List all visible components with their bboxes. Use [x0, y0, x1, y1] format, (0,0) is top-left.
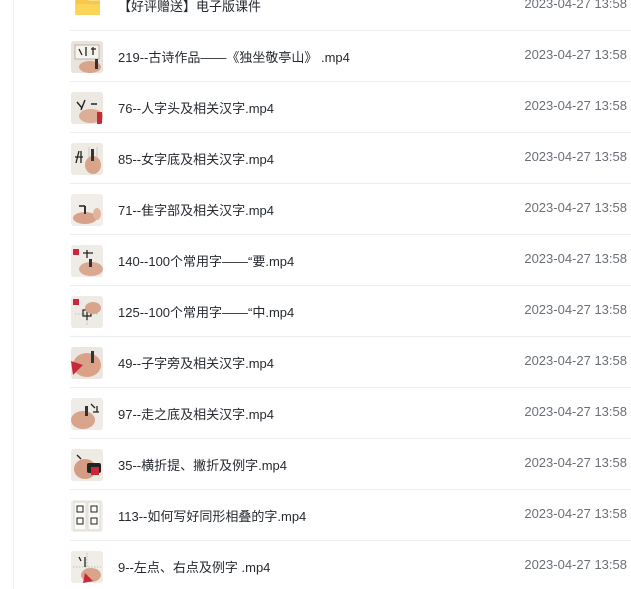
file-row[interactable]: 125--100个常用字——“中.mp4 2023-04-27 13:58 — [0, 286, 631, 337]
video-thumbnail-icon — [71, 41, 103, 73]
file-name[interactable]: 35--横折提、撇折及例字.mp4 — [118, 455, 287, 474]
file-date: 2023-04-27 13:58 — [524, 200, 627, 215]
video-thumbnail-icon — [71, 296, 103, 328]
file-row[interactable]: 49--子字旁及相关汉字.mp4 2023-04-27 13:58 — [0, 337, 631, 388]
file-name[interactable]: 【好评赠送】电子版课件 — [118, 0, 261, 15]
file-date: 2023-04-27 13:58 — [524, 353, 627, 368]
file-date: 2023-04-27 13:58 — [524, 302, 627, 317]
file-date: 2023-04-27 13:58 — [524, 149, 627, 164]
file-name[interactable]: 85--女字底及相关汉字.mp4 — [118, 149, 274, 168]
file-name[interactable]: 71--隹字部及相关汉字.mp4 — [118, 200, 274, 219]
file-date: 2023-04-27 13:58 — [524, 251, 627, 266]
file-date: 2023-04-27 13:58 — [524, 98, 627, 113]
file-name[interactable]: 9--左点、右点及例字 .mp4 — [118, 557, 270, 576]
file-date: 2023-04-27 13:58 — [524, 557, 627, 572]
file-date: 2023-04-27 13:58 — [524, 47, 627, 62]
file-row[interactable]: 76--人字头及相关汉字.mp4 2023-04-27 13:58 — [0, 82, 631, 133]
file-name[interactable]: 125--100个常用字——“中.mp4 — [118, 302, 294, 321]
video-thumbnail-icon — [71, 245, 103, 277]
file-row[interactable]: 97--走之底及相关汉字.mp4 2023-04-27 13:58 — [0, 388, 631, 439]
video-thumbnail-icon — [71, 143, 103, 175]
file-row[interactable]: 140--100个常用字——“要.mp4 2023-04-27 13:58 — [0, 235, 631, 286]
file-name[interactable]: 113--如何写好同形相叠的字.mp4 — [118, 506, 306, 525]
file-name[interactable]: 219--古诗作品——《独坐敬亭山》 .mp4 — [118, 47, 350, 66]
file-row[interactable]: 113--如何写好同形相叠的字.mp4 2023-04-27 13:58 — [0, 490, 631, 541]
file-date: 2023-04-27 13:58 — [524, 455, 627, 470]
video-thumbnail-icon — [71, 551, 103, 583]
file-row[interactable]: 35--横折提、撇折及例字.mp4 2023-04-27 13:58 — [0, 439, 631, 490]
file-row[interactable]: 【好评赠送】电子版课件 2023-04-27 13:58 — [0, 0, 631, 31]
file-name[interactable]: 97--走之底及相关汉字.mp4 — [118, 404, 274, 423]
file-name[interactable]: 140--100个常用字——“要.mp4 — [118, 251, 294, 270]
file-row[interactable]: 85--女字底及相关汉字.mp4 2023-04-27 13:58 — [0, 133, 631, 184]
video-thumbnail-icon — [71, 398, 103, 430]
video-thumbnail-icon — [71, 92, 103, 124]
video-thumbnail-icon — [71, 500, 103, 532]
video-thumbnail-icon — [71, 347, 103, 379]
file-row[interactable]: 219--古诗作品——《独坐敬亭山》 .mp4 2023-04-27 13:58 — [0, 31, 631, 82]
file-name[interactable]: 49--子字旁及相关汉字.mp4 — [118, 353, 274, 372]
file-row[interactable]: 71--隹字部及相关汉字.mp4 2023-04-27 13:58 — [0, 184, 631, 235]
file-date: 2023-04-27 13:58 — [524, 0, 627, 11]
file-date: 2023-04-27 13:58 — [524, 404, 627, 419]
file-date: 2023-04-27 13:58 — [524, 506, 627, 521]
video-thumbnail-icon — [71, 194, 103, 226]
video-thumbnail-icon — [71, 449, 103, 481]
folder-icon — [74, 0, 100, 15]
file-row[interactable]: 9--左点、右点及例字 .mp4 2023-04-27 13:58 — [0, 541, 631, 589]
file-name[interactable]: 76--人字头及相关汉字.mp4 — [118, 98, 274, 117]
